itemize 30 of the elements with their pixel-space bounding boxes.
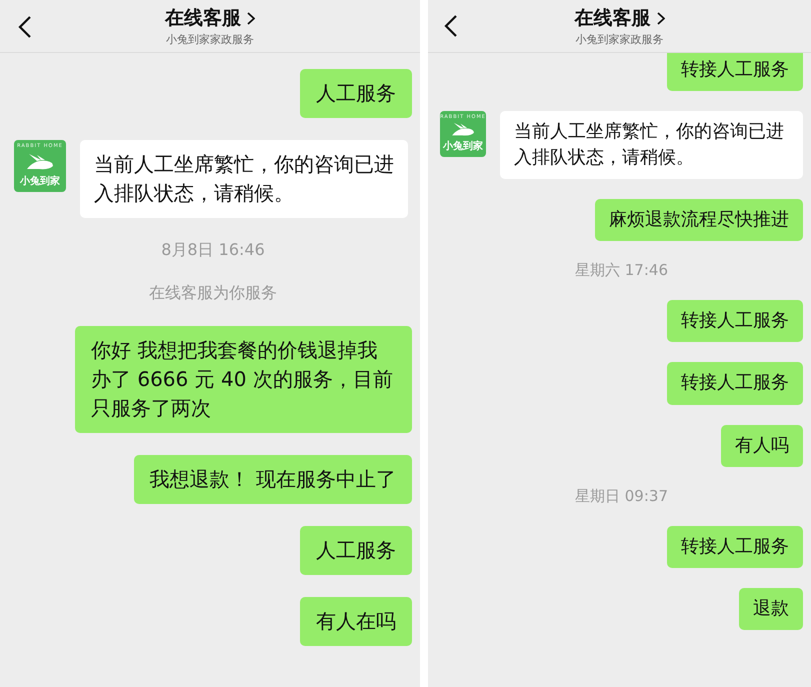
received-message: 当前人工坐席繁忙，你的咨询已进入排队状态，请稍候。 [500, 111, 803, 180]
sent-message: 转接人工服务 [667, 362, 803, 405]
received-message: 当前人工坐席繁忙，你的咨询已进入排队状态，请稍候。 [80, 140, 408, 218]
logo-text: 小兔到家 [443, 139, 483, 154]
sent-message: 麻烦退款流程尽快推进 [595, 199, 803, 242]
chat-title[interactable]: 在线客服 [165, 5, 241, 31]
sent-message: 有人在吗 [300, 597, 412, 646]
sent-message: 转接人工服务 [667, 526, 803, 568]
chevron-icon[interactable] [656, 12, 664, 24]
chat-subtitle: 小兔到家家政服务 [576, 32, 664, 47]
timestamp: 8月8日 16:46 [161, 240, 265, 261]
sent-message: 你好 我想把我套餐的价钱退掉我办了 6666 元 40 次的服务，目前只服务了两次 [75, 326, 412, 433]
chevron-icon[interactable] [247, 12, 255, 24]
sent-message: 我想退款！ 现在服务中止了 [134, 455, 412, 504]
sent-message: 人工服务 [300, 526, 412, 575]
timestamp: 星期日 09:37 [575, 486, 668, 506]
back-icon[interactable] [444, 15, 458, 37]
logo-text: 小兔到家 [20, 174, 60, 188]
rabbit-icon [25, 152, 55, 170]
back-icon[interactable] [18, 16, 32, 38]
sent-message: 转接人工服务 [667, 53, 803, 92]
chat-subtitle: 小兔到家家政服务 [166, 32, 254, 47]
timestamp: 星期六 17:46 [575, 261, 668, 280]
sent-message: 转接人工服务 [667, 300, 803, 342]
sent-message: 有人吗 [721, 424, 803, 467]
sent-message: 人工服务 [300, 69, 412, 118]
chat-title[interactable]: 在线客服 [574, 5, 650, 31]
rabbit-icon [450, 122, 476, 138]
sent-message: 退款 [739, 588, 803, 630]
system-notice: 在线客服为你服务 [149, 283, 277, 304]
